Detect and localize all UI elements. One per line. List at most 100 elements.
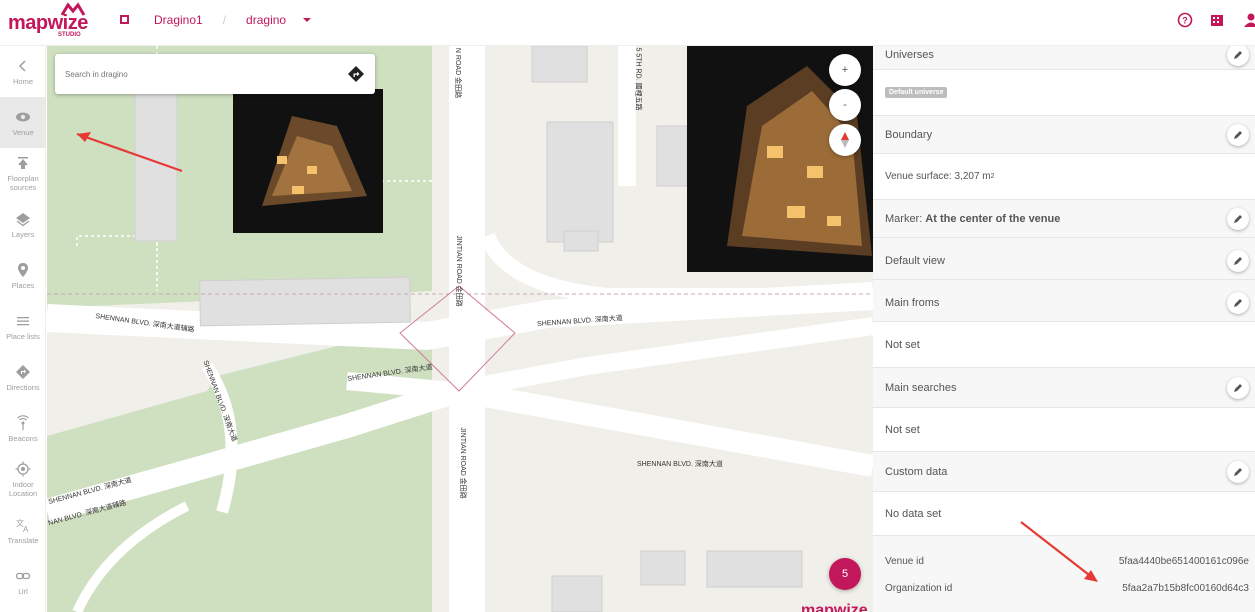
sidebar-item-label: Url [18,586,28,596]
sidebar-item-venue[interactable]: Venue [0,97,46,148]
beacon-icon [17,414,29,430]
edit-marker-button[interactable] [1227,207,1249,230]
main-searches-content: Not set [873,408,1255,452]
upload-icon [18,157,28,169]
main-froms-title: Main froms [885,296,940,309]
universes-content: Default universe [873,70,1255,116]
sidebar-item-places[interactable]: Places [0,250,46,301]
main-searches-header: Main searches [873,368,1255,408]
sidebar-item-label: Directions [6,382,40,392]
road-label: JINTIAN ROAD 金田路 [454,235,462,307]
map-search-input[interactable] [55,54,315,94]
custom-data-content: No data set [873,492,1255,536]
mapwize-logo[interactable]: mapwize STUDIO [8,2,92,42]
boundary-content: Venue surface: 3,207 m2 [873,154,1255,200]
breadcrumb: Dragino1 / dragino [118,13,312,27]
directions-icon[interactable] [347,65,365,83]
sidebar-item-label: Place lists [6,331,40,341]
user-icon[interactable] [1241,12,1255,28]
universes-title: Universes [885,48,934,61]
floor-selector-button[interactable]: 5 [829,558,861,590]
universes-header: Universes [873,46,1255,70]
eye-icon [16,112,30,121]
svg-text:?: ? [1182,16,1188,26]
map-canvas[interactable]: SHENNAN BLVD. 深南大道辅路 SHENNAN BLVD. 深南大道 … [47,46,873,612]
road-label: JINTIAN ROAD 金田路 [458,427,466,499]
organization-id-label: Organization id [885,583,953,594]
sidebar-item-directions[interactable]: Directions [0,352,46,403]
top-bar: mapwize STUDIO Dragino1 / dragino ? [0,0,1255,46]
directions-icon [16,364,30,379]
help-icon[interactable]: ? [1177,12,1193,28]
venue-surface-unit-sup: 2 [990,173,995,180]
marker-row: Marker: At the center of the venue [873,200,1255,238]
top-right-actions: ? [1177,12,1255,28]
breadcrumb-organization[interactable]: Dragino1 [154,13,203,27]
sidebar-item-label: Venue [12,127,34,137]
road-label: N ROAD 金田路 [454,47,462,99]
edit-default-view-button[interactable] [1227,249,1249,272]
sidebar-item-label: Layers [11,229,35,239]
zoom-in-button[interactable]: + [829,54,861,86]
link-icon [15,572,31,579]
chevron-down-icon[interactable] [302,15,312,25]
sidebar-item-indoor-location[interactable]: Indoor Location [0,454,46,505]
svg-text:A: A [23,525,29,533]
layers-icon [16,212,30,226]
organization-id-value: 5faa2a7b15b8fc00160d64c3 [1122,583,1249,594]
building-icon[interactable] [1209,12,1225,28]
sidebar-item-place-lists[interactable]: Place lists [0,301,46,352]
venue-id-value: 5faa4440be651400161c096e [1118,556,1249,567]
boundary-header: Boundary [873,116,1255,154]
road-label: 5 5TH RD. 國裡五路 [634,47,642,111]
venue-id-label: Venue id [885,556,924,567]
default-view-title: Default view [885,254,945,267]
default-view-row: Default view [873,242,1255,280]
main-froms-content: Not set [873,322,1255,368]
pencil-icon [1234,130,1242,139]
road-label: SHENNAN BLVD. 深南大道 [637,461,723,468]
organization-icon [120,15,129,24]
pin-icon [18,262,28,277]
edit-universes-button[interactable] [1227,46,1249,66]
pencil-icon [1234,256,1242,265]
sidebar-item-label: Floorplan sources [7,174,39,192]
sidebar-item-home[interactable]: Home [0,46,46,97]
main-searches-value: Not set [885,423,920,436]
map-search-box [55,54,375,94]
left-sidebar: Home Venue Floorplan sources Layers Plac… [0,46,46,612]
custom-data-value: No data set [885,507,942,520]
pencil-icon [1234,50,1242,59]
pencil-icon [1234,298,1242,307]
custom-data-title: Custom data [885,465,948,478]
edit-main-searches-button[interactable] [1227,376,1249,399]
map-logo: mapwize [801,602,868,612]
sidebar-item-floorplan-sources[interactable]: Floorplan sources [0,148,46,199]
ids-section [873,536,1255,612]
edit-boundary-button[interactable] [1227,123,1249,146]
boundary-title: Boundary [885,128,933,141]
breadcrumb-separator: / [222,13,227,27]
edit-main-froms-button[interactable] [1227,291,1249,314]
logo-studio: STUDIO [58,32,81,38]
main-froms-header: Main froms [873,284,1255,322]
venue-details-panel: Universes Default universe Boundary Venu… [873,46,1255,612]
compass-button[interactable] [829,124,861,156]
sidebar-item-label: Translate [7,535,39,545]
pencil-icon [1234,467,1242,476]
edit-custom-data-button[interactable] [1227,460,1249,483]
marker-label: Marker: [885,212,923,225]
pencil-icon [1234,383,1242,392]
list-icon [17,316,29,325]
sidebar-item-label: Indoor Location [8,480,38,498]
breadcrumb-venue[interactable]: dragino [246,13,286,27]
zoom-out-button[interactable]: - [829,89,861,121]
sidebar-item-label: Home [12,76,33,86]
sidebar-item-beacons[interactable]: Beacons [0,403,46,454]
sidebar-item-label: Places [11,280,35,290]
sidebar-item-layers[interactable]: Layers [0,199,46,250]
sidebar-item-url[interactable]: Url [0,556,46,607]
main-searches-title: Main searches [885,381,957,394]
sidebar-item-translate[interactable]: 文A Translate [0,505,46,556]
marker-value: At the center of the venue [925,212,1061,225]
